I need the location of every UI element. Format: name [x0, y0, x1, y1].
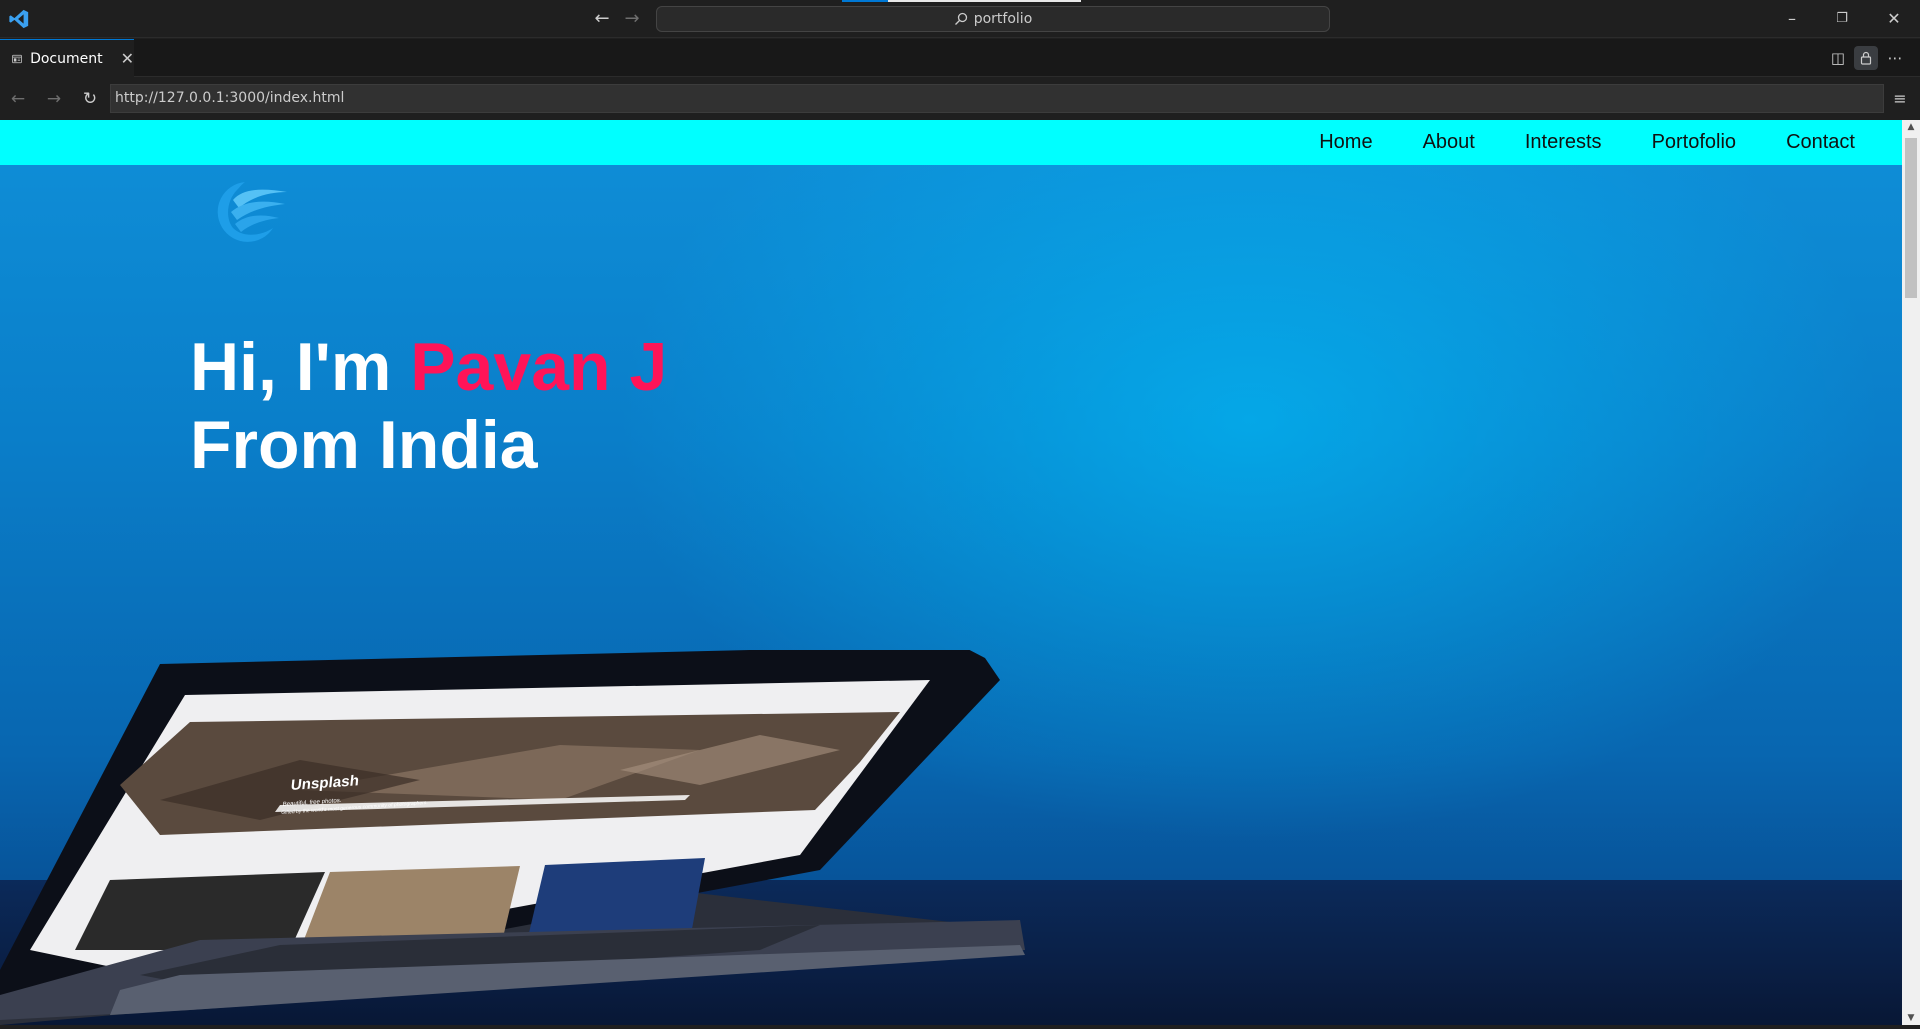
- browser-forward-icon[interactable]: →: [42, 87, 66, 111]
- site-navbar: Home About Interests Portofolio Contact: [0, 120, 1902, 165]
- nav-link-portfolio[interactable]: Portofolio: [1627, 131, 1762, 154]
- split-editor-icon[interactable]: ◫: [1826, 46, 1850, 70]
- tab-document[interactable]: Document ✕: [0, 39, 134, 77]
- hero-greeting: Hi, I'm: [190, 329, 411, 405]
- page-viewport: Unsplash Beautiful, free photos. Gifted …: [0, 120, 1902, 1025]
- nav-link-about[interactable]: About: [1398, 131, 1500, 154]
- nav-link-interests[interactable]: Interests: [1500, 131, 1627, 154]
- title-bar: ← → portfolio – ❐ ✕: [0, 0, 1920, 38]
- site-nav-list: Home About Interests Portofolio Contact: [1294, 120, 1880, 165]
- hero-line-1: Hi, I'm Pavan J: [190, 328, 667, 406]
- scroll-down-arrow-icon[interactable]: ▼: [1902, 1011, 1920, 1025]
- accent-bar-blue: [842, 0, 888, 2]
- browser-back-icon[interactable]: ←: [6, 87, 30, 111]
- tab-close-icon[interactable]: ✕: [121, 49, 134, 68]
- wave-logo-icon[interactable]: [213, 178, 289, 244]
- nav-link-contact[interactable]: Contact: [1761, 131, 1880, 154]
- hero-heading: Hi, I'm Pavan J From India: [190, 328, 667, 484]
- laptop-image: Unsplash Beautiful, free photos. Gifted …: [0, 650, 1025, 1025]
- search-icon: [954, 12, 967, 25]
- nav-link-home[interactable]: Home: [1294, 131, 1397, 154]
- back-icon[interactable]: ←: [590, 7, 614, 31]
- restore-button[interactable]: ❐: [1816, 0, 1868, 38]
- minimize-button[interactable]: –: [1766, 0, 1818, 38]
- close-window-button[interactable]: ✕: [1868, 0, 1920, 38]
- command-center-label: portfolio: [973, 11, 1033, 27]
- forward-icon[interactable]: →: [620, 7, 644, 31]
- reload-icon[interactable]: ↻: [78, 87, 102, 111]
- scroll-up-arrow-icon[interactable]: ▲: [1902, 120, 1920, 134]
- tab-bar: Document ✕ ◫ ⋯: [0, 39, 1920, 77]
- url-input[interactable]: http://127.0.0.1:3000/index.html: [110, 84, 1884, 113]
- hero-name: Pavan J: [410, 329, 668, 405]
- tab-label: Document: [30, 50, 103, 67]
- page-scrollbar[interactable]: ▲ ▼: [1902, 120, 1920, 1025]
- browser-menu-icon[interactable]: ≡: [1888, 87, 1912, 111]
- accent-bar-light: [888, 0, 1081, 2]
- bottom-border: [0, 1025, 1920, 1029]
- hero-line-2: From India: [190, 407, 538, 483]
- lock-icon[interactable]: [1854, 46, 1878, 70]
- vscode-logo-icon: [9, 9, 29, 29]
- more-actions-icon[interactable]: ⋯: [1883, 46, 1907, 70]
- browser-toolbar: ← → ↻ http://127.0.0.1:3000/index.html ≡: [0, 78, 1920, 120]
- preview-icon: [12, 54, 22, 63]
- scroll-thumb[interactable]: [1905, 138, 1917, 298]
- command-center-search[interactable]: portfolio: [656, 6, 1330, 32]
